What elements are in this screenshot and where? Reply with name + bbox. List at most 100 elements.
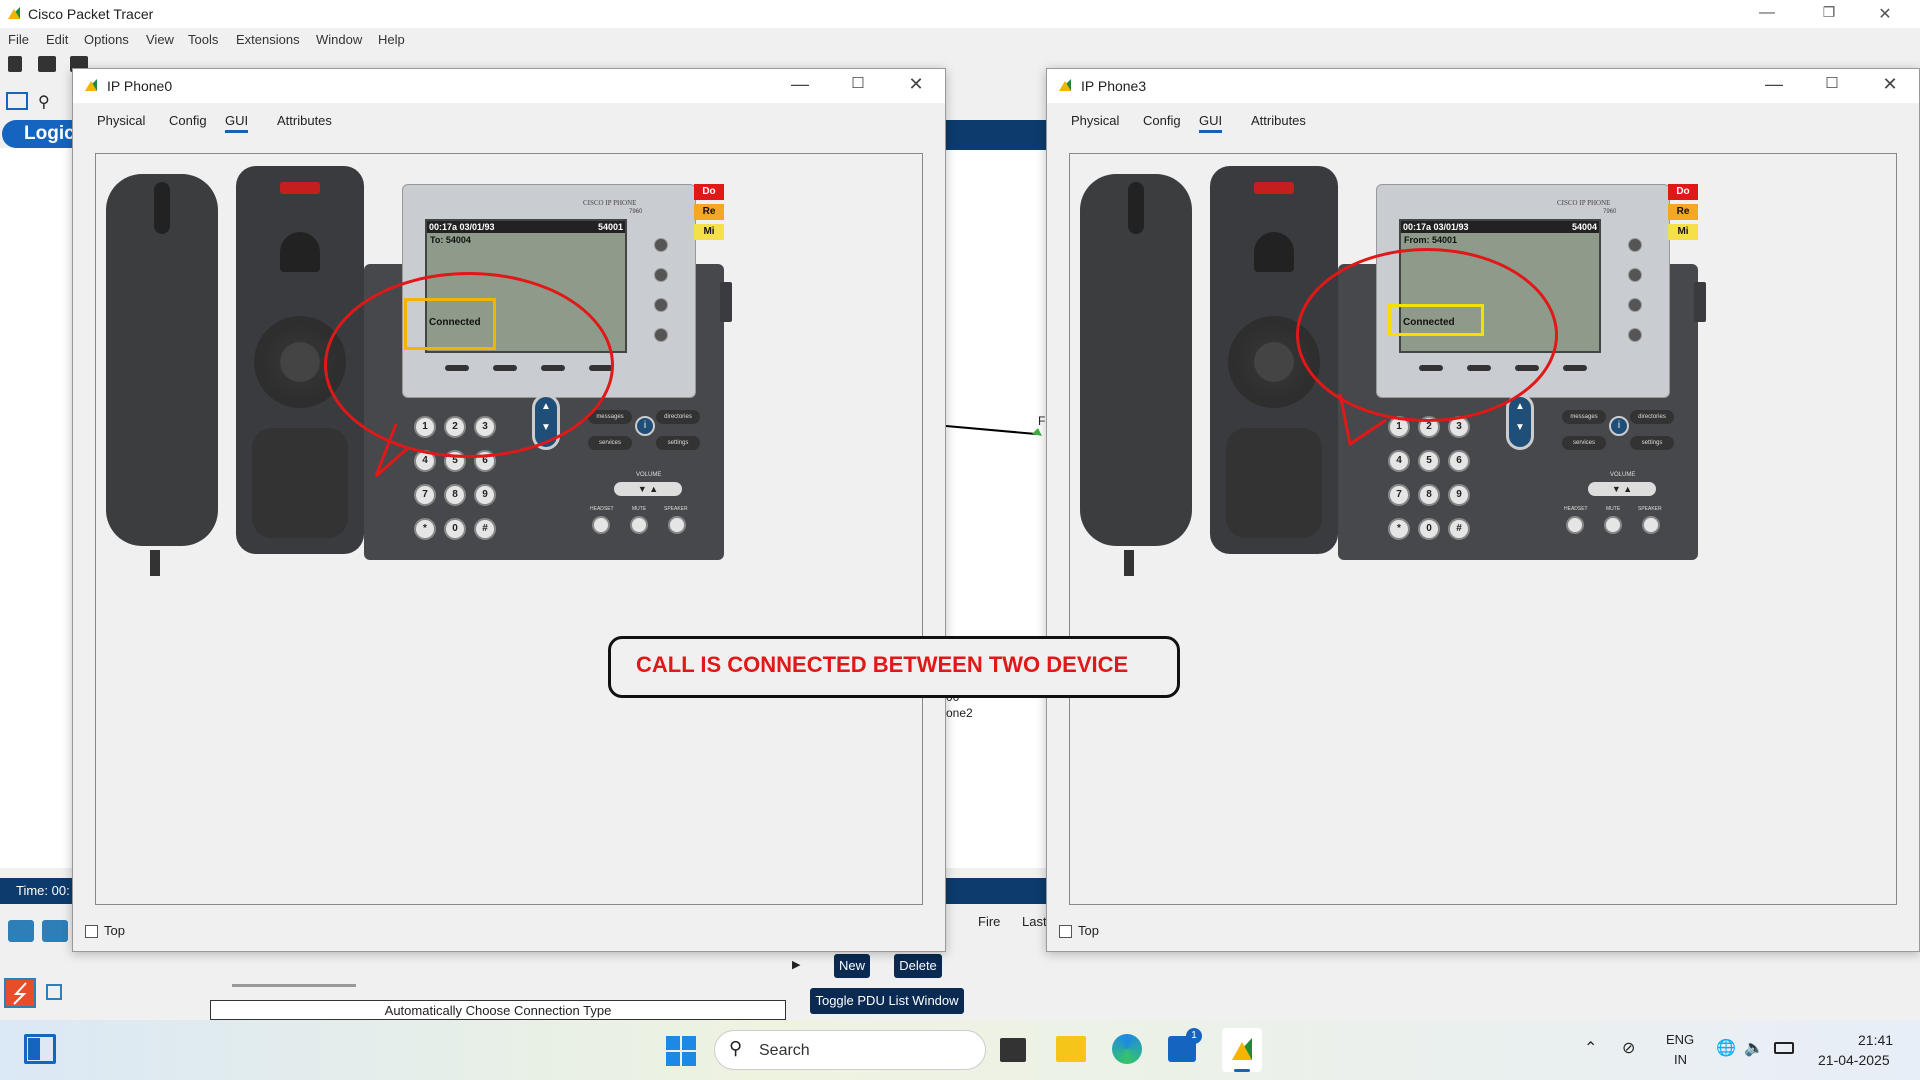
menu-edit[interactable]: Edit [46,32,68,47]
logical-tab[interactable]: Logic [2,120,76,148]
menu-help[interactable]: Help [378,32,405,47]
line-button-3[interactable] [1628,298,1642,312]
menu-window[interactable]: Window [316,32,362,47]
services-button[interactable]: services [588,436,632,450]
menu-tools[interactable]: Tools [188,32,218,47]
end-devices-icon[interactable] [42,920,68,942]
task-view-icon[interactable] [1000,1038,1026,1062]
keypad-key-6[interactable]: 6 [1448,450,1470,472]
grid-icon[interactable] [46,984,62,1000]
side-label-do[interactable]: Do [694,184,724,200]
expand-arrow-icon[interactable]: ▶ [792,958,800,971]
close-icon[interactable]: ✕ [893,74,939,95]
keypad-key-hash[interactable]: # [1448,518,1470,540]
services-button[interactable]: services [1562,436,1606,450]
keypad-key-9[interactable]: 9 [474,484,496,506]
file-explorer-icon[interactable] [1056,1036,1086,1062]
tab-physical[interactable]: Physical [1071,113,1119,128]
volume-control[interactable]: ▼ ▲ [614,482,682,496]
taskbar-search-box[interactable]: ⚲ Search [714,1030,986,1070]
tab-gui[interactable]: GUI [1199,113,1223,133]
keypad-key-0[interactable]: 0 [444,518,466,540]
line-button-4[interactable] [654,328,668,342]
volume-control[interactable]: ▼ ▲ [1588,482,1656,496]
messages-button[interactable]: messages [1562,410,1606,424]
close-icon[interactable]: ✕ [1862,4,1908,24]
keypad-key-0[interactable]: 0 [1418,518,1440,540]
line-button-4[interactable] [1628,328,1642,342]
new-file-icon[interactable] [8,56,22,72]
globe-icon[interactable]: 🌐 [1716,1038,1736,1058]
keypad-key-7[interactable]: 7 [1388,484,1410,506]
toggle-pdu-list-button[interactable]: Toggle PDU List Window [810,988,964,1014]
mute-button[interactable] [630,516,648,534]
battery-icon[interactable] [1774,1042,1794,1054]
phone-handset[interactable] [106,174,218,576]
volume-icon[interactable]: 🔈 [1744,1038,1764,1058]
line-button-1[interactable] [1628,238,1642,252]
directories-button[interactable]: directories [1630,410,1674,424]
widgets-icon[interactable] [24,1034,56,1064]
minimize-icon[interactable]: — [777,74,823,95]
info-icon[interactable]: i [1609,416,1629,436]
top-checkbox[interactable]: Top [85,923,125,939]
language-top[interactable]: ENG [1666,1032,1694,1047]
edge-browser-icon[interactable] [1112,1034,1142,1064]
phone-handset[interactable] [1080,174,1192,576]
line-button-3[interactable] [654,298,668,312]
network-offline-icon[interactable]: ⊘ [1622,1038,1635,1058]
delete-pdu-button[interactable]: Delete [894,954,942,978]
speaker-button[interactable] [1642,516,1660,534]
headset-button[interactable] [1566,516,1584,534]
keypad-key-9[interactable]: 9 [1448,484,1470,506]
tab-attributes[interactable]: Attributes [277,113,332,128]
keypad-key-star[interactable]: * [414,518,436,540]
chevron-up-icon[interactable]: ⌃ [1584,1038,1597,1058]
settings-button[interactable]: settings [656,436,700,450]
side-label-re[interactable]: Re [1668,204,1698,220]
menu-file[interactable]: File [8,32,29,47]
tab-physical[interactable]: Physical [97,113,145,128]
select-icon[interactable] [6,92,28,110]
new-pdu-button[interactable]: New [834,954,870,978]
side-label-mi[interactable]: Mi [1668,224,1698,240]
clock-time[interactable]: 21:41 [1858,1032,1893,1048]
open-folder-icon[interactable] [38,56,56,72]
network-devices-icon[interactable] [8,920,34,942]
keypad-key-hash[interactable]: # [474,518,496,540]
close-icon[interactable]: ✕ [1867,74,1913,95]
menu-view[interactable]: View [146,32,174,47]
windows-start-icon[interactable] [666,1036,696,1066]
scrollbar[interactable] [232,984,356,987]
side-label-mi[interactable]: Mi [694,224,724,240]
line-button-2[interactable] [654,268,668,282]
keypad-key-4[interactable]: 4 [1388,450,1410,472]
line-button-1[interactable] [654,238,668,252]
packet-tracer-taskbar-button[interactable] [1222,1028,1262,1072]
language-bottom[interactable]: IN [1674,1052,1687,1067]
keypad-key-7[interactable]: 7 [414,484,436,506]
minimize-icon[interactable]: — [1751,74,1797,95]
mute-button[interactable] [1604,516,1622,534]
tab-gui[interactable]: GUI [225,113,249,133]
keypad-key-star[interactable]: * [1388,518,1410,540]
maximize-icon[interactable]: ☐ [835,74,881,92]
line-button-2[interactable] [1628,268,1642,282]
tab-attributes[interactable]: Attributes [1251,113,1306,128]
top-checkbox[interactable]: Top [1059,923,1099,939]
keypad-key-5[interactable]: 5 [1418,450,1440,472]
info-icon[interactable]: i [635,416,655,436]
settings-button[interactable]: settings [1630,436,1674,450]
menu-options[interactable]: Options [84,32,129,47]
keypad-key-8[interactable]: 8 [444,484,466,506]
minimize-icon[interactable]: — [1744,4,1790,22]
keypad-key-8[interactable]: 8 [1418,484,1440,506]
maximize-icon[interactable]: ☐ [1809,74,1855,92]
tab-config[interactable]: Config [1143,113,1181,128]
search-icon[interactable]: ⚲ [38,92,50,112]
restore-icon[interactable]: ❐ [1806,4,1852,21]
clock-date[interactable]: 21-04-2025 [1818,1052,1890,1068]
headset-button[interactable] [592,516,610,534]
side-label-re[interactable]: Re [694,204,724,220]
connections-icon[interactable] [4,978,36,1008]
